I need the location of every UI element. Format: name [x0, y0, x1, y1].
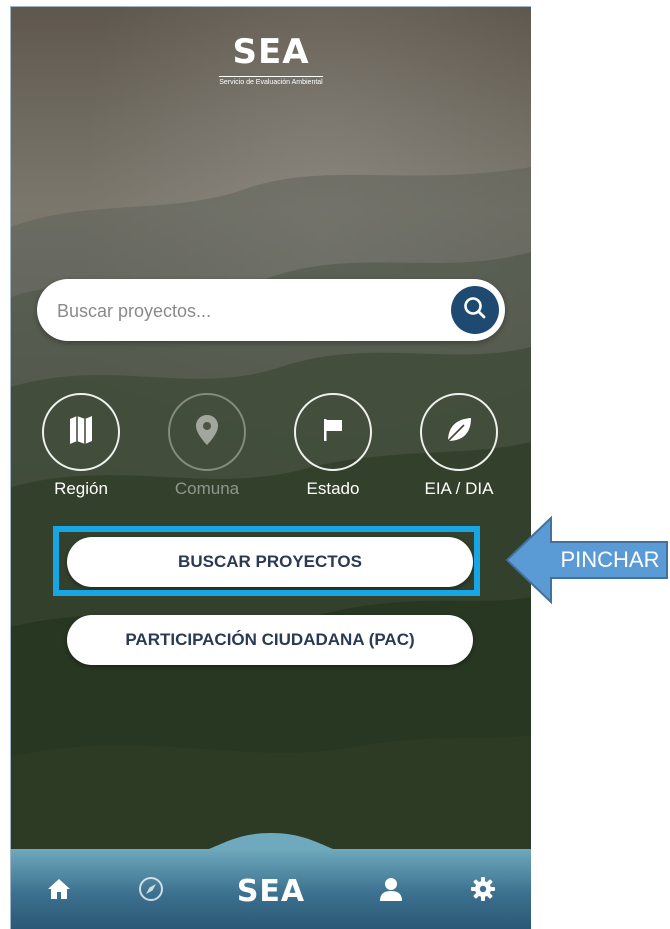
phone-screen: SEA Servicio de Evaluación Ambiental Bus… [10, 6, 531, 929]
nav-home[interactable] [39, 875, 79, 907]
leaf-icon [444, 415, 474, 449]
filter-eia-dia-circle [420, 393, 498, 471]
bottom-navigation: SEA [11, 849, 531, 929]
logo-subtitle: Servicio de Evaluación Ambiental [219, 76, 323, 88]
map-icon [68, 415, 94, 449]
home-icon [47, 878, 71, 904]
filter-eia-dia[interactable]: EIA / DIA [414, 393, 504, 499]
location-pin-icon [195, 414, 219, 450]
nav-sea-logo[interactable]: SEA [216, 873, 326, 909]
nav-profile[interactable] [371, 875, 411, 907]
filter-comuna-label: Comuna [174, 479, 240, 498]
search-projects-button[interactable]: BUSCAR PROYECTOS [67, 537, 473, 587]
filter-eia-dia-label: EIA / DIA [424, 479, 494, 498]
flag-icon [322, 417, 344, 447]
filter-shortcuts: Región Comuna Estado EIA / DIA [11, 393, 531, 503]
filter-region[interactable]: Región [36, 393, 126, 499]
sea-logo-nav: SEA [236, 873, 306, 909]
settings-icon [470, 876, 496, 906]
nav-settings[interactable] [463, 875, 503, 907]
filter-comuna[interactable]: Comuna [162, 393, 252, 499]
user-icon [378, 876, 404, 906]
search-bar [37, 279, 505, 343]
sea-logo: SEA Servicio de Evaluación Ambiental [11, 35, 531, 88]
filter-region-circle [42, 393, 120, 471]
citizen-participation-button[interactable]: PARTICIPACIÓN CIUDADANA (PAC) [67, 615, 473, 665]
callout-text: PINCHAR [560, 547, 660, 572]
filter-comuna-circle [168, 393, 246, 471]
filter-estado[interactable]: Estado [288, 393, 378, 499]
search-input[interactable] [55, 279, 439, 343]
nav-explore[interactable] [131, 875, 171, 907]
logo-wordmark: SEA [232, 32, 310, 72]
search-button[interactable] [451, 286, 499, 334]
filter-region-label: Región [54, 479, 108, 498]
compass-icon [138, 876, 164, 906]
filter-estado-circle [294, 393, 372, 471]
search-icon [462, 295, 488, 325]
filter-estado-label: Estado [306, 479, 360, 498]
